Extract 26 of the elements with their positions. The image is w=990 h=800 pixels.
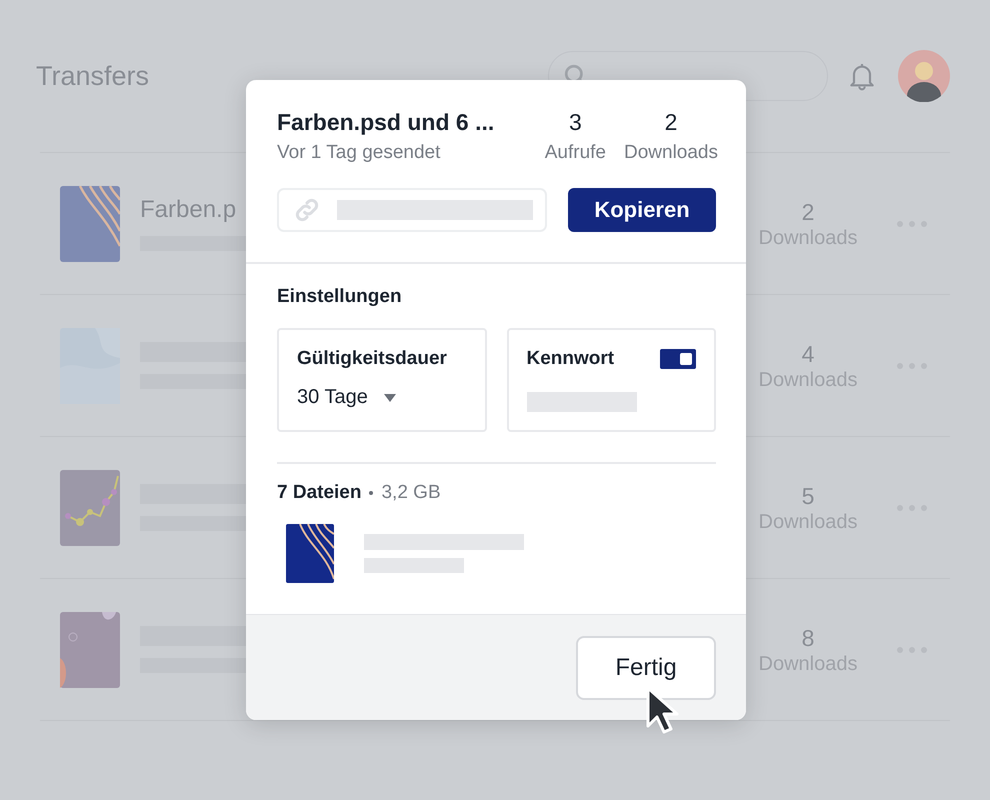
separator-dot-icon — [369, 491, 374, 495]
file-name: Farben.p — [140, 196, 236, 224]
setting-label: Gültigkeitsdauer — [297, 348, 448, 370]
download-count: 5 — [800, 482, 816, 511]
page-title: Transfers — [36, 60, 150, 92]
download-count: 8 — [800, 624, 816, 653]
file-size: 3,2 GB — [381, 482, 441, 504]
copy-button[interactable]: Kopieren — [568, 188, 716, 232]
stat-value: 3 — [568, 108, 583, 137]
setting-label: Kennwort — [526, 348, 614, 370]
section-title: Einstellungen — [277, 286, 403, 308]
stat-value: 2 — [664, 108, 678, 137]
link-icon — [293, 196, 321, 224]
download-count: 4 — [800, 340, 816, 369]
link-field[interactable] — [277, 188, 547, 232]
password-toggle[interactable] — [660, 349, 696, 369]
sent-time: Vor 1 Tag gesendet — [277, 142, 442, 164]
avatar-icon[interactable] — [898, 50, 950, 102]
file-count: 7 Dateien — [277, 482, 362, 504]
done-button[interactable]: Fertig — [576, 636, 716, 700]
stat-label: Aufrufe — [544, 142, 606, 164]
stat-label: Downloads — [624, 142, 718, 164]
transfer-title: Farben.psd und 6 ... — [277, 108, 496, 137]
download-count: 2 — [800, 198, 816, 227]
expiry-dropdown[interactable]: 30 Tage — [297, 386, 396, 409]
caret-icon — [384, 394, 396, 402]
